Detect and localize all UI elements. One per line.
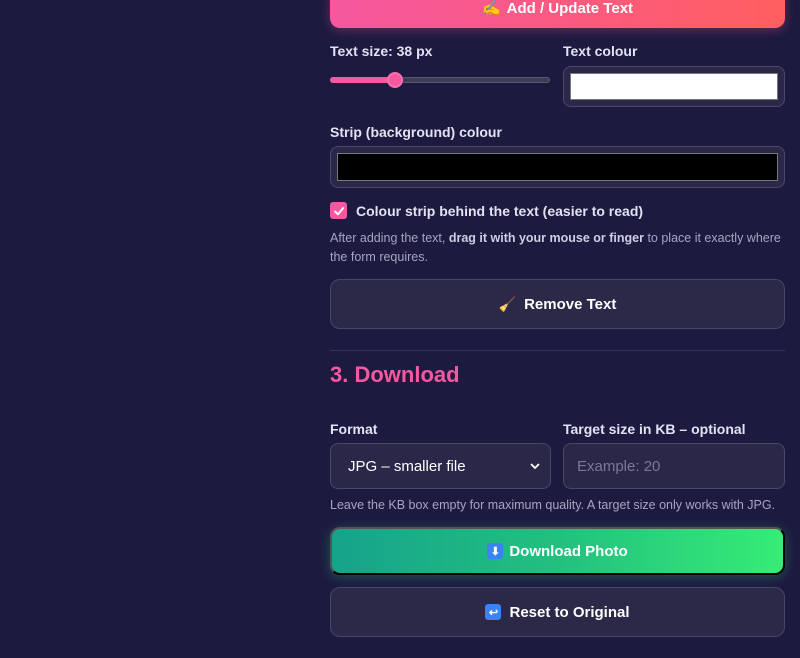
chevron-down-icon [530,462,540,469]
text-colour-picker[interactable] [563,66,785,107]
format-select[interactable]: JPG – smaller file [330,443,551,489]
download-photo-label: Download Photo [509,542,628,560]
strip-colour-swatch [337,153,778,181]
strip-checkbox-label: Colour strip behind the text (easier to … [356,202,644,219]
slider-fill [330,77,396,83]
strip-checkbox[interactable] [330,202,347,219]
remove-text-button[interactable]: 🧹 Remove Text [330,279,785,329]
return-arrow-icon: ↩ [485,604,502,620]
slider-thumb[interactable] [387,72,404,88]
text-colour-swatch [570,73,778,100]
target-size-input[interactable]: Example: 20 [563,443,785,489]
strip-colour-picker[interactable] [330,146,785,188]
download-photo-button[interactable]: ⬇ Download Photo [330,527,785,575]
format-selected-value: JPG – smaller file [348,457,466,475]
editor-panel: ✍ Add / Update Text Text size: 38 px Tex… [330,0,785,658]
strip-colour-label: Strip (background) colour [330,124,502,140]
strip-checkbox-row[interactable]: Colour strip behind the text (easier to … [330,202,643,219]
add-update-text-label: Add / Update Text [506,0,634,17]
format-label: Format [330,421,378,437]
help-prefix: After adding the text, [330,231,449,245]
down-arrow-icon: ⬇ [487,543,504,559]
reset-to-original-button[interactable]: ↩ Reset to Original [330,587,785,637]
download-section-title: 3. Download [330,362,460,387]
target-size-placeholder: Example: 20 [577,457,661,475]
drag-help-text: After adding the text, drag it with your… [330,229,785,267]
reset-to-original-label: Reset to Original [509,603,630,621]
checkmark-icon [333,206,344,215]
text-colour-label: Text colour [563,43,638,59]
remove-text-label: Remove Text [524,295,617,313]
writing-hand-icon: ✍ [481,0,501,17]
help-bold: drag it with your mouse or finger [448,231,644,245]
kb-help-text: Leave the KB box empty for maximum quali… [330,498,776,512]
text-size-slider[interactable] [330,70,550,90]
target-size-label: Target size in KB – optional [563,421,746,437]
section-divider [330,350,785,351]
broom-icon: 🧹 [498,295,517,312]
text-size-label: Text size: 38 px [330,43,433,59]
add-update-text-button[interactable]: ✍ Add / Update Text [330,0,785,28]
